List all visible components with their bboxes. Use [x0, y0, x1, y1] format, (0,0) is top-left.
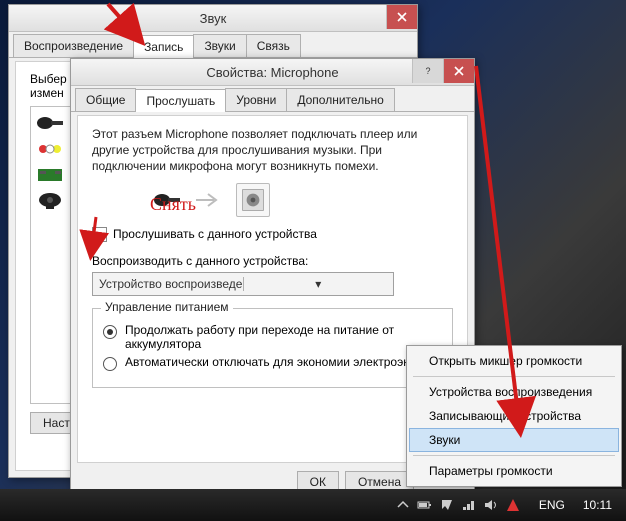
power-opt-continue[interactable]: Продолжать работу при переходе на питани… — [103, 323, 442, 351]
tab-record[interactable]: Запись — [133, 35, 194, 58]
menu-separator — [413, 455, 615, 456]
radio-continue[interactable] — [103, 325, 117, 339]
tray-context-menu: Открыть микшер громкости Устройства восп… — [406, 345, 622, 487]
language-indicator[interactable]: ENG — [533, 498, 571, 512]
webcam-device-icon — [35, 191, 65, 211]
power-group-label: Управление питанием — [101, 300, 233, 314]
clock[interactable]: 10:11 — [575, 498, 620, 512]
prop-close-button[interactable] — [443, 59, 474, 83]
sound-titlebar: Звук — [9, 5, 417, 32]
avira-icon[interactable] — [505, 497, 521, 513]
menu-recording-devices[interactable]: Записывающие устройства — [409, 404, 619, 428]
prop-titlebar: Свойства: Microphone ? — [71, 59, 474, 86]
speaker-icon — [236, 183, 270, 217]
tab-communications[interactable]: Связь — [246, 34, 301, 57]
network-icon[interactable] — [461, 497, 477, 513]
playback-device-label: Воспроизводить с данного устройства: — [92, 254, 453, 268]
prop-title: Свойства: Microphone — [206, 65, 338, 80]
device-list[interactable] — [30, 106, 72, 404]
menu-playback-devices[interactable]: Устройства воспроизведения — [409, 380, 619, 404]
sound-close-button[interactable] — [386, 5, 417, 29]
radio-auto-off[interactable] — [103, 357, 117, 371]
menu-separator — [413, 376, 615, 377]
power-opt-auto-off[interactable]: Автоматически отключать для экономии эле… — [103, 355, 442, 371]
menu-sounds[interactable]: Звуки — [409, 428, 619, 452]
microphone-device-icon — [35, 113, 65, 133]
power-opt2-label: Автоматически отключать для экономии эле… — [125, 355, 417, 369]
power-opt1-label: Продолжать работу при переходе на питани… — [125, 323, 442, 351]
prop-help-button[interactable]: ? — [412, 59, 443, 83]
action-center-icon[interactable] — [439, 497, 455, 513]
listen-checkbox-label: Прослушивать с данного устройства — [113, 227, 317, 241]
chevron-down-icon: ▾ — [243, 277, 394, 291]
system-tray — [395, 497, 521, 513]
tab-levels[interactable]: Уровни — [225, 88, 287, 111]
svg-text:?: ? — [425, 66, 430, 76]
playback-device-select[interactable]: Устройство воспроизведения по умолчанию … — [92, 272, 394, 296]
tab-playback[interactable]: Воспроизведение — [13, 34, 134, 57]
annotation-remove-label: Снять — [150, 194, 196, 215]
sound-tabs: Воспроизведение Запись Звуки Связь — [9, 32, 417, 58]
rca-device-icon — [35, 139, 65, 159]
tray-up-icon[interactable] — [395, 497, 411, 513]
tab-sounds[interactable]: Звуки — [193, 34, 246, 57]
sound-title: Звук — [200, 11, 227, 26]
listen-checkbox-row[interactable]: Прослушивать с данного устройства — [92, 227, 453, 242]
playback-device-value: Устройство воспроизведения по умолчанию — [93, 277, 243, 291]
menu-volume-options[interactable]: Параметры громкости — [409, 459, 619, 483]
prop-tabs: Общие Прослушать Уровни Дополнительно — [71, 86, 474, 112]
menu-open-mixer[interactable]: Открыть микшер громкости — [409, 349, 619, 373]
power-management-group: Управление питанием Продолжать работу пр… — [92, 308, 453, 388]
tab-advanced[interactable]: Дополнительно — [286, 88, 394, 111]
flow-illustration — [152, 183, 453, 217]
battery-icon[interactable] — [417, 497, 433, 513]
taskbar: ENG 10:11 — [0, 489, 626, 521]
listen-checkbox[interactable] — [92, 227, 107, 242]
desktop: { "sound_window": { "title": "Звук", "ta… — [0, 0, 626, 521]
arrow-right-icon — [196, 192, 222, 208]
soundcard-device-icon — [35, 165, 65, 185]
tab-general[interactable]: Общие — [75, 88, 136, 111]
volume-icon[interactable] — [483, 497, 499, 513]
listen-description: Этот разъем Microphone позволяет подключ… — [92, 126, 453, 175]
tab-listen[interactable]: Прослушать — [135, 89, 226, 112]
